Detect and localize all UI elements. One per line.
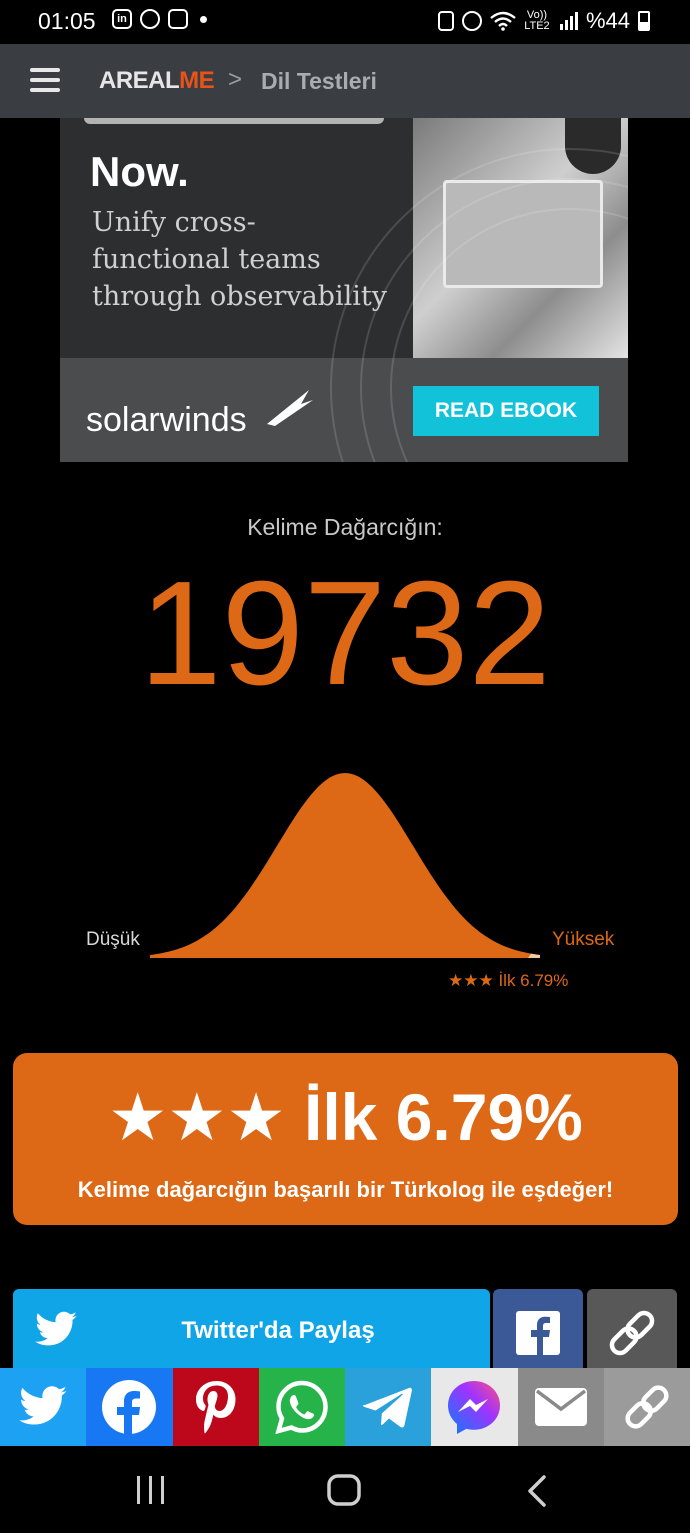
menu-icon[interactable] <box>30 68 60 92</box>
distribution-curve <box>150 773 540 958</box>
high-label: Yüksek <box>552 929 615 950</box>
bell-curve <box>150 773 540 958</box>
alarm-icon <box>461 11 482 31</box>
linkedin-icon: in <box>112 9 132 29</box>
share-email-button[interactable] <box>517 1368 604 1446</box>
share-messenger-button[interactable] <box>431 1368 518 1446</box>
link-icon <box>609 1310 655 1356</box>
back-icon[interactable] <box>524 1474 550 1508</box>
whatsapp-icon <box>275 1380 328 1434</box>
email-icon <box>534 1388 587 1426</box>
site-header: AREALME > Dil Testleri <box>0 44 690 118</box>
signal-icon <box>559 12 578 30</box>
messenger-icon <box>448 1381 501 1434</box>
lock-icon <box>437 11 454 31</box>
low-label: Düşük <box>86 929 140 950</box>
home-icon[interactable] <box>326 1473 362 1507</box>
instagram-icon <box>168 9 188 29</box>
battery-percent: %44 <box>585 8 630 33</box>
facebook-share-button[interactable] <box>493 1289 583 1369</box>
ad-cropped-headline <box>84 118 384 124</box>
status-bar: 01:05 in Vo)) LTE2 %44 <box>0 0 690 44</box>
site-logo[interactable]: AREALME <box>99 67 215 95</box>
logo-text-me: ME <box>179 67 215 94</box>
share-copy-link-button[interactable] <box>603 1368 690 1446</box>
solarwinds-logo-icon <box>267 390 313 426</box>
notification-icons: in <box>112 9 207 29</box>
vocabulary-score: 19732 <box>139 551 551 716</box>
ad-subtitle: Unify cross-functional teams through obs… <box>92 207 387 312</box>
result-label: Kelime Dağarcığın: <box>247 514 443 540</box>
system-navigation-bar <box>0 1446 690 1533</box>
ad-banner[interactable]: Now. Unify cross-functional teams throug… <box>60 118 628 462</box>
facebook-icon <box>102 1380 157 1435</box>
ad-title: Now. <box>90 148 189 195</box>
wifi-icon <box>490 11 516 31</box>
link-icon <box>625 1385 669 1429</box>
twitter-icon <box>19 1386 67 1425</box>
ad-brand: solarwinds <box>86 401 247 439</box>
breadcrumb-separator: > <box>228 66 243 93</box>
share-facebook-button[interactable] <box>86 1368 173 1446</box>
network-type: Vo)) LTE2 <box>524 9 550 32</box>
twitter-share-button[interactable]: Twitter'da Paylaş <box>13 1289 490 1369</box>
share-whatsapp-button[interactable] <box>258 1368 345 1446</box>
floating-share-bar <box>0 1368 690 1446</box>
copy-link-button[interactable] <box>587 1289 677 1369</box>
share-pinterest-button[interactable] <box>172 1368 259 1446</box>
telegram-icon <box>363 1387 413 1428</box>
more-notifications-icon <box>200 15 207 23</box>
battery-icon <box>638 11 650 31</box>
result-card: ★★★ İlk 6.79% Kelime dağarcığın başarılı… <box>13 1053 678 1225</box>
share-twitter-button[interactable] <box>0 1368 87 1446</box>
share-telegram-button[interactable] <box>345 1368 432 1446</box>
pinterest-icon <box>195 1381 236 1434</box>
facebook-icon <box>516 1311 560 1355</box>
system-icons: Vo)) LTE2 %44 <box>437 8 650 34</box>
read-ebook-button[interactable]: READ EBOOK <box>413 386 599 436</box>
card-description: Kelime dağarcığın başarılı bir Türkolog … <box>77 1177 614 1202</box>
card-rank: ★★★ İlk 6.79% <box>108 1080 583 1154</box>
rank-label: ★★★ İlk 6.79% <box>448 971 569 990</box>
recent-apps-icon[interactable] <box>134 1474 168 1506</box>
logo-text-areal: AREAL <box>99 67 180 94</box>
twitter-share-label: Twitter'da Paylaş <box>181 1317 375 1344</box>
messenger-notification-icon <box>140 9 160 29</box>
status-time: 01:05 <box>38 8 96 34</box>
breadcrumb-dil-testleri[interactable]: Dil Testleri <box>261 68 377 95</box>
